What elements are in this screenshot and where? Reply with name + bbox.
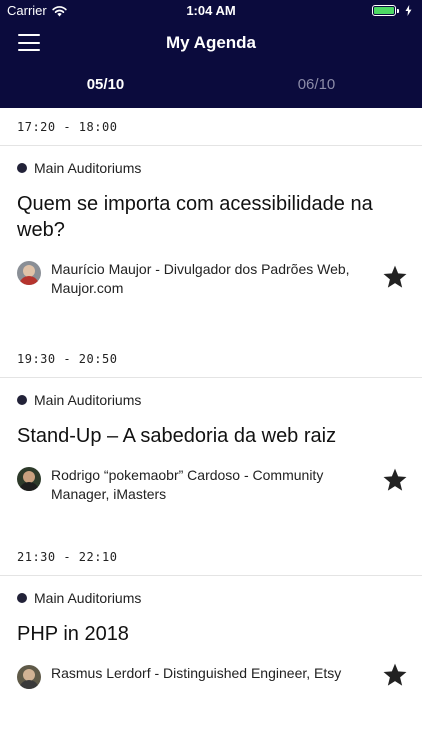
room-name: Main Auditoriums — [34, 392, 142, 408]
star-icon[interactable] — [382, 662, 408, 688]
speaker-name: Maurício Maujor - Divulgador dos Padrões… — [51, 261, 350, 296]
room-label: Main Auditoriums — [17, 160, 405, 176]
session-card[interactable]: Main Auditoriums Quem se importa com ace… — [0, 146, 422, 298]
speaker-avatar — [17, 261, 41, 285]
battery-indicator — [372, 5, 412, 16]
time-slot-header: 17:20 - 18:00 — [0, 108, 422, 146]
date-tabs: 05/10 06/10 — [0, 70, 422, 108]
status-bar: Carrier 1:04 AM — [0, 0, 422, 22]
star-icon[interactable] — [382, 264, 408, 290]
room-dot-icon — [17, 593, 27, 603]
session-card[interactable]: Main Auditoriums PHP in 2018 Rasmus Lerd… — [0, 576, 422, 689]
navigation-bar: My Agenda — [0, 22, 422, 66]
speaker-avatar — [17, 665, 41, 689]
charging-bolt-icon — [405, 5, 412, 16]
speaker-name: Rasmus Lerdorf - Distinguished Engineer,… — [51, 665, 342, 681]
tab-day-1[interactable]: 05/10 — [0, 70, 211, 108]
room-dot-icon — [17, 395, 27, 405]
speaker-avatar — [17, 467, 41, 491]
app-header: Carrier 1:04 AM My Agenda 05/10 06/10 — [0, 0, 422, 108]
session-card[interactable]: Main Auditoriums Stand-Up – A sabedoria … — [0, 378, 422, 504]
speaker-row: Rodrigo “pokemaobr” Cardoso - Community … — [17, 466, 408, 504]
speaker-row: Rasmus Lerdorf - Distinguished Engineer,… — [17, 662, 408, 689]
battery-icon — [372, 5, 399, 16]
time-slot-header: 21:30 - 22:10 — [0, 538, 422, 576]
room-name: Main Auditoriums — [34, 160, 142, 176]
session-title: Quem se importa com acessibilidade na we… — [17, 193, 373, 241]
time-slot-header: 19:30 - 20:50 — [0, 340, 422, 378]
star-icon[interactable] — [382, 467, 408, 493]
status-time: 1:04 AM — [186, 3, 236, 18]
session-title: Stand-Up – A sabedoria da web raiz — [17, 425, 337, 447]
room-dot-icon — [17, 163, 27, 173]
battery-fill — [374, 7, 394, 14]
page-title: My Agenda — [165, 33, 257, 52]
tab-day-2[interactable]: 06/10 — [211, 70, 422, 108]
agenda-list: 17:20 - 18:00 Main Auditoriums Quem se i… — [0, 108, 422, 689]
room-name: Main Auditoriums — [34, 590, 142, 606]
speaker-name: Rodrigo “pokemaobr” Cardoso - Community … — [51, 467, 324, 502]
room-label: Main Auditoriums — [17, 392, 405, 408]
speaker-row: Maurício Maujor - Divulgador dos Padrões… — [17, 260, 408, 298]
session-title: PHP in 2018 — [17, 623, 129, 645]
room-label: Main Auditoriums — [17, 590, 405, 606]
